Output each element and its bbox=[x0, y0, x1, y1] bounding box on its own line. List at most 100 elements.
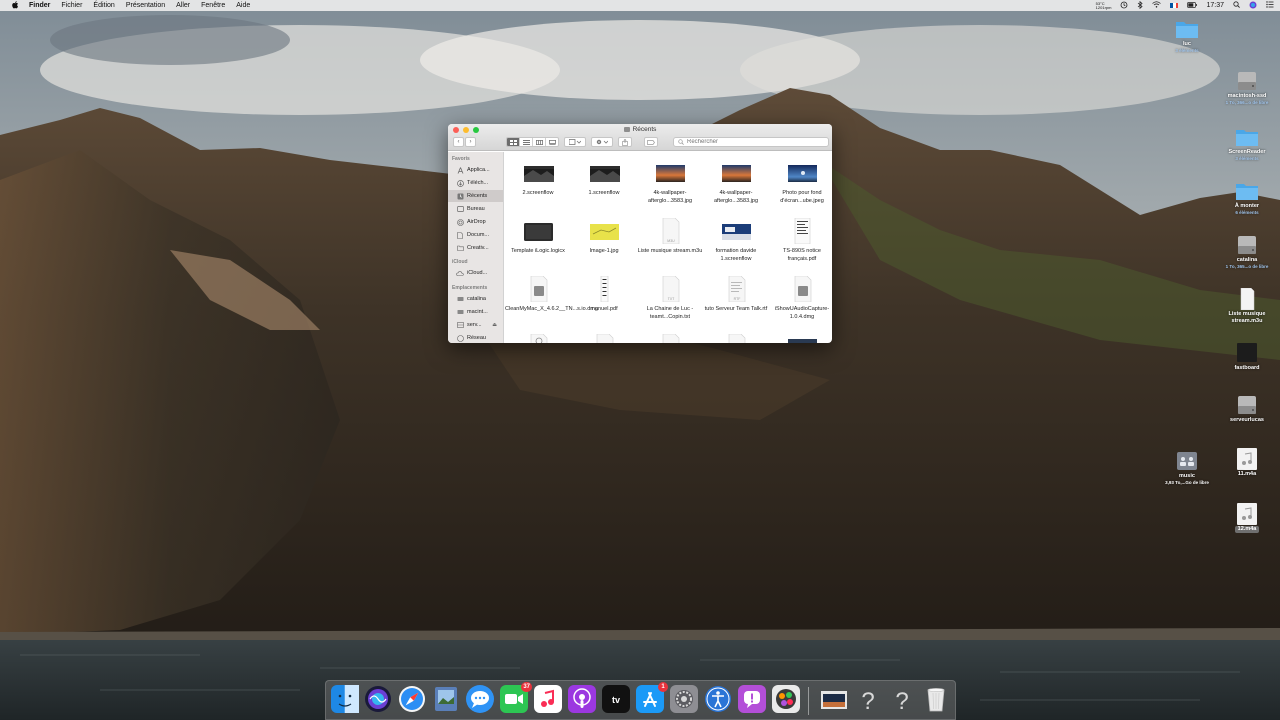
file-name: TS-890S notice français.pdf bbox=[783, 248, 821, 262]
sidebar-item-label: AirDrop bbox=[467, 219, 486, 225]
view-mode-group[interactable] bbox=[506, 137, 559, 147]
document-icon bbox=[571, 333, 637, 343]
hard-drive-icon bbox=[1238, 396, 1256, 414]
notification-center-icon[interactable] bbox=[1266, 1, 1274, 10]
svg-text:?: ? bbox=[895, 688, 908, 713]
music-icon bbox=[534, 685, 562, 713]
image-thumbnail-icon bbox=[769, 334, 832, 343]
dock-trash[interactable] bbox=[922, 685, 950, 713]
notification-badge: 37 bbox=[521, 682, 532, 692]
dock-stack-downloads[interactable] bbox=[820, 685, 848, 713]
hard-drive-icon bbox=[1238, 236, 1256, 254]
menu-file[interactable]: Fichier bbox=[61, 2, 82, 9]
applications-icon bbox=[456, 166, 464, 174]
dock-app-music[interactable] bbox=[534, 685, 562, 713]
tags-button[interactable] bbox=[644, 137, 658, 147]
spotlight-icon[interactable] bbox=[1233, 1, 1240, 10]
text-document-icon: TXT bbox=[637, 275, 703, 303]
search-input[interactable] bbox=[687, 139, 817, 145]
question-mark-icon: ? bbox=[895, 688, 908, 713]
battery-icon[interactable] bbox=[1187, 1, 1198, 10]
menu-finder[interactable]: Finder bbox=[29, 2, 50, 9]
time-machine-icon[interactable] bbox=[1120, 1, 1128, 11]
dock-app-finder[interactable] bbox=[331, 685, 359, 713]
sidebar-item-macintosh[interactable]: macint... bbox=[448, 306, 503, 318]
group-by-button[interactable] bbox=[564, 137, 586, 147]
menu-help[interactable]: Aide bbox=[236, 2, 250, 9]
dock-app-unknown-2[interactable]: ? bbox=[888, 685, 916, 713]
dock-app-accessibility[interactable] bbox=[704, 685, 732, 713]
view-gallery-button[interactable] bbox=[546, 138, 558, 146]
input-source-flag-icon[interactable] bbox=[1170, 3, 1179, 8]
sidebar-item-recents[interactable]: Récents bbox=[448, 190, 503, 202]
desktop-icon-info: 3 éléments bbox=[1175, 48, 1199, 53]
dock-app-feedback[interactable] bbox=[738, 685, 766, 713]
dock-app-unknown-1[interactable]: ? bbox=[854, 685, 882, 713]
dock-app-podcasts[interactable] bbox=[568, 685, 596, 713]
wifi-icon[interactable] bbox=[1152, 1, 1162, 10]
dock-app-siri[interactable] bbox=[364, 685, 392, 713]
dock-app-tv[interactable]: tv bbox=[602, 685, 630, 713]
share-button[interactable] bbox=[618, 137, 632, 147]
menu-view[interactable]: Présentation bbox=[126, 2, 165, 9]
hard-drive-icon bbox=[1238, 72, 1256, 90]
view-columns-button[interactable] bbox=[533, 138, 546, 146]
finder-sidebar: Favoris Applica... Téléch... Récents Bur… bbox=[448, 152, 504, 343]
svg-text:TXT: TXT bbox=[668, 297, 675, 301]
dock-app-system-preferences[interactable] bbox=[670, 685, 698, 713]
desktop-icon-label: Liste musique stream.m3u bbox=[1228, 311, 1266, 324]
finder-window[interactable]: Récents ‹ › Rechercher Favoris Applica..… bbox=[448, 124, 832, 343]
dock-app-safari[interactable] bbox=[398, 685, 426, 713]
dock-app-app-store[interactable]: 1 bbox=[636, 682, 668, 713]
sidebar-item-desktop[interactable]: Bureau bbox=[448, 203, 503, 215]
sidebar-item-network[interactable]: Réseau bbox=[448, 332, 503, 343]
bluetooth-icon[interactable] bbox=[1137, 0, 1144, 11]
file-grid: 2.screenflow 1.screenflow 4k-wallpaper-a… bbox=[505, 152, 832, 343]
sidebar-section-icloud: iCloud bbox=[452, 259, 468, 265]
clock[interactable]: 17:37 bbox=[1206, 2, 1224, 9]
view-icons-button[interactable] bbox=[507, 138, 520, 146]
sidebar-item-airdrop[interactable]: AirDrop bbox=[448, 216, 503, 228]
menu-window[interactable]: Fenêtre bbox=[201, 2, 225, 9]
apple-menu-icon[interactable] bbox=[12, 0, 19, 11]
image-thumbnail-icon bbox=[571, 218, 637, 244]
desktop-icon-info: 6 éléments bbox=[1235, 210, 1259, 215]
rtf-document-icon: RTF bbox=[703, 275, 769, 303]
video-thumbnail-icon bbox=[505, 160, 571, 186]
sidebar-item-server[interactable]: serv... ⏏ bbox=[448, 319, 503, 331]
file-name: tuto Serveur Team Talk.rtf bbox=[704, 306, 768, 312]
eject-icon[interactable]: ⏏ bbox=[492, 322, 497, 328]
dock-app-preview[interactable] bbox=[432, 685, 460, 713]
forward-button[interactable]: › bbox=[465, 137, 476, 147]
sidebar-item-creative[interactable]: Creativ... bbox=[448, 242, 503, 254]
downloads-stack-icon bbox=[821, 691, 847, 709]
desktop-icon-label: music bbox=[1179, 473, 1195, 479]
file-name: Photo pour fond d'écran...ube.jpeg bbox=[780, 190, 824, 204]
dock-app-messages[interactable] bbox=[466, 685, 494, 713]
pdf-document-icon bbox=[769, 217, 832, 245]
desktop-icon-label: catalina bbox=[1236, 257, 1258, 263]
temperature-monitor[interactable]: 53°C 1201rpm bbox=[1096, 1, 1112, 10]
file-name: Liste musique stream.m3u bbox=[637, 248, 703, 254]
podcasts-icon bbox=[568, 685, 596, 713]
clock-icon bbox=[456, 193, 464, 200]
sidebar-item-documents[interactable]: Docum... bbox=[448, 229, 503, 241]
action-menu-button[interactable] bbox=[591, 137, 613, 147]
photo-thumbnail-icon bbox=[637, 160, 703, 186]
back-button[interactable]: ‹ bbox=[453, 137, 464, 147]
sidebar-item-applications[interactable]: Applica... bbox=[448, 164, 503, 176]
file-name: 1.screenflow bbox=[588, 190, 620, 196]
folder-icon bbox=[1236, 130, 1258, 146]
dock-app-facetime[interactable]: 37 bbox=[500, 682, 532, 713]
search-field[interactable] bbox=[673, 137, 829, 147]
menu-edit[interactable]: Édition bbox=[93, 2, 114, 9]
view-list-button[interactable] bbox=[520, 138, 533, 146]
file-name: iShowUAudioCapture-1.0.4.dmg bbox=[774, 306, 830, 320]
sidebar-item-catalina[interactable]: catalina bbox=[448, 293, 503, 305]
sidebar-item-downloads[interactable]: Téléch... bbox=[448, 177, 503, 189]
sidebar-item-icloud-drive[interactable]: iCloud... bbox=[448, 267, 503, 279]
gear-icon bbox=[670, 685, 698, 713]
siri-icon[interactable] bbox=[1249, 1, 1257, 11]
dock-app-motion[interactable] bbox=[772, 685, 800, 713]
menu-go[interactable]: Aller bbox=[176, 2, 190, 9]
